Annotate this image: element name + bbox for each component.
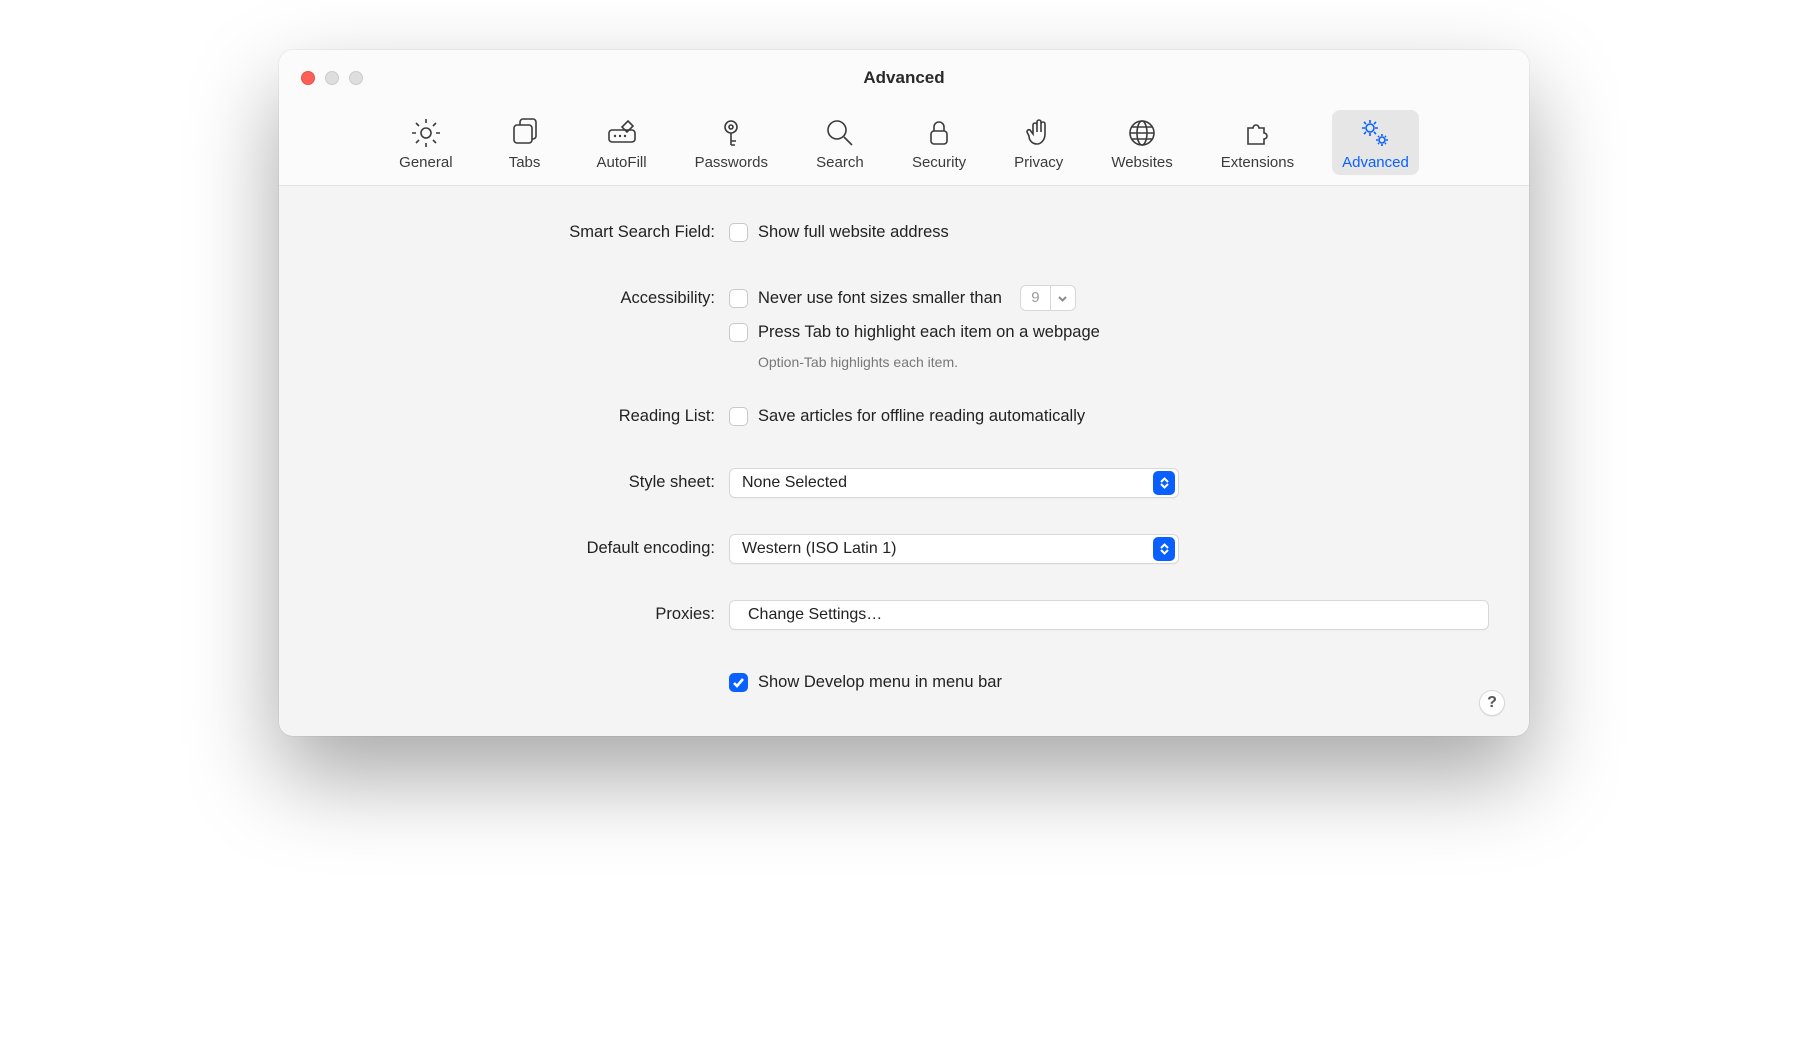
tab-security[interactable]: Security [902,110,976,175]
chevron-down-icon[interactable] [1051,286,1075,310]
show-develop-menu-checkbox[interactable] [729,673,748,692]
show-full-address-label: Show full website address [758,218,949,246]
tab-passwords[interactable]: Passwords [685,110,778,175]
preferences-toolbar: General Tabs AutoFill Passwords [279,106,1529,186]
save-offline-checkbox[interactable] [729,407,748,426]
gear-icon [409,116,443,150]
tab-label: Tabs [509,154,541,171]
tab-websites[interactable]: Websites [1101,110,1182,175]
accessibility-label: Accessibility: [319,284,729,312]
select-caret-icon [1153,471,1175,495]
help-icon: ? [1487,694,1497,712]
show-develop-menu-label: Show Develop menu in menu bar [758,668,1002,696]
select-caret-icon [1153,537,1175,561]
tab-label: Passwords [695,154,768,171]
tab-privacy[interactable]: Privacy [1004,110,1073,175]
globe-icon [1125,116,1159,150]
default-encoding-value: Western (ISO Latin 1) [742,540,896,558]
style-sheet-select[interactable]: None Selected [729,468,1179,498]
tab-label: Extensions [1221,154,1294,171]
zoom-window-button [349,71,363,85]
tab-label: Privacy [1014,154,1063,171]
default-encoding-select[interactable]: Western (ISO Latin 1) [729,534,1179,564]
help-button[interactable]: ? [1479,690,1505,716]
press-tab-checkbox[interactable] [729,323,748,342]
minimize-window-button [325,71,339,85]
change-settings-button[interactable]: Change Settings… [729,600,1489,630]
change-settings-button-label: Change Settings… [748,606,882,624]
tab-label: General [399,154,452,171]
tab-autofill[interactable]: AutoFill [587,110,657,175]
tab-label: AutoFill [597,154,647,171]
tabs-icon [508,116,542,150]
press-tab-hint: Option-Tab highlights each item. [758,354,1489,370]
gears-icon [1358,116,1392,150]
min-font-size-checkbox[interactable] [729,289,748,308]
tab-tabs[interactable]: Tabs [491,110,559,175]
traffic-lights [301,71,363,85]
tab-label: Security [912,154,966,171]
close-window-button[interactable] [301,71,315,85]
proxies-label: Proxies: [319,600,729,628]
style-sheet-label: Style sheet: [319,468,729,496]
smart-search-label: Smart Search Field: [319,218,729,246]
default-encoding-label: Default encoding: [319,534,729,562]
tab-label: Search [816,154,864,171]
hand-icon [1022,116,1056,150]
tab-label: Websites [1111,154,1172,171]
content-area: Smart Search Field: Show full website ad… [279,186,1529,736]
reading-list-label: Reading List: [319,402,729,430]
search-icon [823,116,857,150]
tab-extensions[interactable]: Extensions [1211,110,1304,175]
tab-general[interactable]: General [389,110,462,175]
min-font-size-stepper[interactable]: 9 [1020,285,1076,311]
key-icon [714,116,748,150]
titlebar: Advanced [279,50,1529,106]
tab-search[interactable]: Search [806,110,874,175]
save-offline-label: Save articles for offline reading automa… [758,402,1085,430]
min-font-size-value: 9 [1021,286,1051,310]
lock-icon [922,116,956,150]
puzzle-icon [1240,116,1274,150]
window-title: Advanced [863,68,944,88]
press-tab-label: Press Tab to highlight each item on a we… [758,318,1100,346]
min-font-size-label: Never use font sizes smaller than [758,284,1002,312]
preferences-window: Advanced General Tabs AutoFill [279,50,1529,736]
tab-advanced[interactable]: Advanced [1332,110,1419,175]
pencil-field-icon [605,116,639,150]
style-sheet-value: None Selected [742,474,847,492]
show-full-address-checkbox[interactable] [729,223,748,242]
tab-label: Advanced [1342,154,1409,171]
